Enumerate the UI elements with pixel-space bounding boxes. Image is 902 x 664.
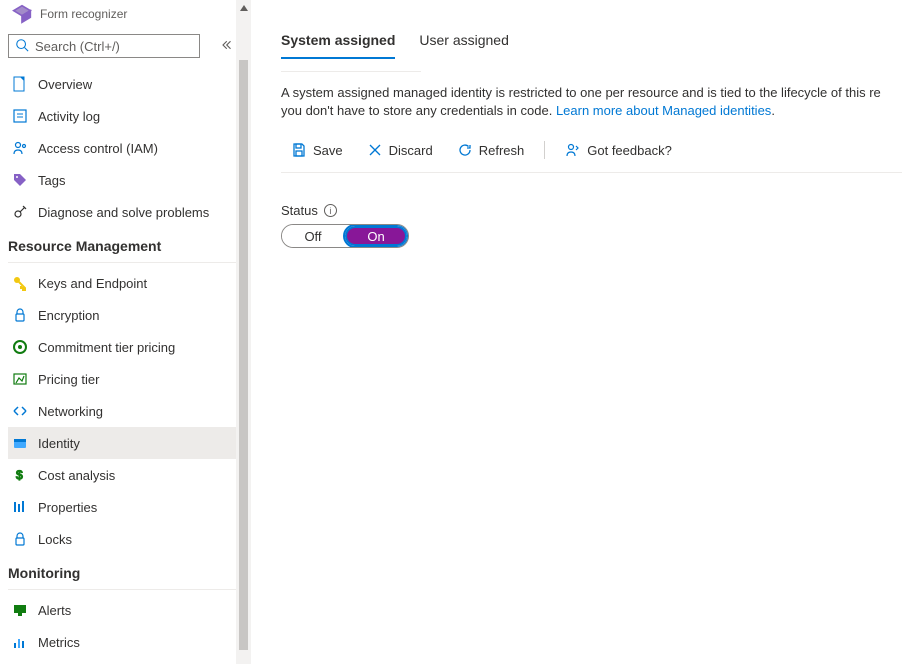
sidebar-item-activity-log[interactable]: Activity log bbox=[8, 100, 236, 132]
sidebar-item-label: Encryption bbox=[38, 308, 99, 323]
feedback-icon bbox=[565, 142, 581, 158]
sidebar-item-label: Locks bbox=[38, 532, 72, 547]
description-line1: A system assigned managed identity is re… bbox=[281, 85, 881, 100]
feedback-button[interactable]: Got feedback? bbox=[555, 138, 682, 162]
service-header: Form recognizer bbox=[8, 0, 236, 30]
tab-system-assigned[interactable]: System assigned bbox=[281, 20, 395, 58]
sidebar-item-cost-analysis[interactable]: $ Cost analysis bbox=[8, 459, 236, 491]
discard-icon bbox=[367, 142, 383, 158]
status-section: Status i Off On bbox=[281, 203, 902, 248]
refresh-icon bbox=[457, 142, 473, 158]
sidebar-item-label: Overview bbox=[38, 77, 92, 92]
collapse-sidebar-button[interactable] bbox=[216, 35, 236, 58]
main-content: System assigned User assigned A system a… bbox=[251, 0, 902, 664]
sidebar-item-keys-endpoint[interactable]: Keys and Endpoint bbox=[8, 267, 236, 299]
sidebar-item-networking[interactable]: Networking bbox=[8, 395, 236, 427]
metrics-icon bbox=[12, 634, 28, 650]
refresh-button[interactable]: Refresh bbox=[447, 138, 535, 162]
search-input[interactable] bbox=[35, 39, 193, 54]
description-line2: you don't have to store any credentials … bbox=[281, 103, 556, 118]
sidebar-item-commitment-pricing[interactable]: Commitment tier pricing bbox=[8, 331, 236, 363]
sidebar-item-label: Tags bbox=[38, 173, 65, 188]
key-icon bbox=[12, 275, 28, 291]
refresh-label: Refresh bbox=[479, 143, 525, 158]
svg-text:$: $ bbox=[16, 468, 23, 482]
networking-icon bbox=[12, 403, 28, 419]
save-button[interactable]: Save bbox=[281, 138, 353, 162]
discard-button[interactable]: Discard bbox=[357, 138, 443, 162]
section-title-monitoring: Monitoring bbox=[8, 555, 236, 587]
sidebar-item-label: Diagnose and solve problems bbox=[38, 205, 209, 220]
access-control-icon bbox=[12, 140, 28, 156]
sidebar-item-label: Identity bbox=[38, 436, 80, 451]
commitment-icon bbox=[12, 339, 28, 355]
cost-icon: $ bbox=[12, 467, 28, 483]
sidebar-item-overview[interactable]: Overview bbox=[8, 68, 236, 100]
sidebar-item-properties[interactable]: Properties bbox=[8, 491, 236, 523]
lock-icon bbox=[12, 307, 28, 323]
sidebar-item-locks[interactable]: Locks bbox=[8, 523, 236, 555]
scroll-thumb[interactable] bbox=[239, 60, 248, 650]
sidebar-item-metrics[interactable]: Metrics bbox=[8, 626, 236, 658]
status-off-option[interactable]: Off bbox=[282, 225, 344, 247]
sidebar-item-label: Commitment tier pricing bbox=[38, 340, 175, 355]
identity-icon bbox=[12, 435, 28, 451]
service-name: Form recognizer bbox=[40, 7, 127, 21]
properties-icon bbox=[12, 499, 28, 515]
sidebar-scrollbar[interactable] bbox=[236, 0, 251, 664]
tags-icon bbox=[12, 172, 28, 188]
sidebar-item-label: Metrics bbox=[38, 635, 80, 650]
activity-log-icon bbox=[12, 108, 28, 124]
toolbar: Save Discard Refresh Got feedback? bbox=[281, 138, 902, 173]
toolbar-separator bbox=[544, 141, 545, 159]
sidebar-item-label: Pricing tier bbox=[38, 372, 99, 387]
scroll-up-icon[interactable] bbox=[236, 0, 251, 15]
lock-icon bbox=[12, 531, 28, 547]
sidebar-item-pricing-tier[interactable]: Pricing tier bbox=[8, 363, 236, 395]
divider bbox=[8, 589, 236, 590]
alerts-icon bbox=[12, 602, 28, 618]
learn-more-link[interactable]: Learn more about Managed identities bbox=[556, 103, 771, 118]
discard-label: Discard bbox=[389, 143, 433, 158]
save-label: Save bbox=[313, 143, 343, 158]
status-toggle[interactable]: Off On bbox=[281, 224, 409, 248]
status-on-option[interactable]: On bbox=[344, 225, 408, 247]
save-icon bbox=[291, 142, 307, 158]
tab-underline bbox=[281, 71, 421, 72]
description-suffix: . bbox=[771, 103, 775, 118]
divider bbox=[8, 262, 236, 263]
sidebar-item-label: Keys and Endpoint bbox=[38, 276, 147, 291]
sidebar-item-label: Access control (IAM) bbox=[38, 141, 158, 156]
sidebar-item-diagnose[interactable]: Diagnose and solve problems bbox=[8, 196, 236, 228]
sidebar-item-label: Networking bbox=[38, 404, 103, 419]
sidebar-item-label: Activity log bbox=[38, 109, 100, 124]
info-icon[interactable]: i bbox=[324, 204, 337, 217]
sidebar-item-label: Properties bbox=[38, 500, 97, 515]
pricing-icon bbox=[12, 371, 28, 387]
identity-description: A system assigned managed identity is re… bbox=[281, 84, 902, 120]
form-recognizer-icon bbox=[12, 4, 32, 24]
overview-icon bbox=[12, 76, 28, 92]
sidebar-item-tags[interactable]: Tags bbox=[8, 164, 236, 196]
sidebar-item-access-control[interactable]: Access control (IAM) bbox=[8, 132, 236, 164]
sidebar-item-label: Cost analysis bbox=[38, 468, 115, 483]
diagnose-icon bbox=[12, 204, 28, 220]
sidebar: Form recognizer Overview Activity l bbox=[0, 0, 236, 664]
feedback-label: Got feedback? bbox=[587, 143, 672, 158]
search-box[interactable] bbox=[8, 34, 200, 58]
status-label: Status bbox=[281, 203, 318, 218]
sidebar-item-label: Alerts bbox=[38, 603, 71, 618]
search-icon bbox=[15, 38, 29, 55]
sidebar-item-identity[interactable]: Identity bbox=[8, 427, 236, 459]
sidebar-item-encryption[interactable]: Encryption bbox=[8, 299, 236, 331]
sidebar-item-alerts[interactable]: Alerts bbox=[8, 594, 236, 626]
section-title-resource-mgmt: Resource Management bbox=[8, 228, 236, 260]
tab-user-assigned[interactable]: User assigned bbox=[419, 20, 509, 58]
identity-tabs: System assigned User assigned bbox=[281, 20, 902, 58]
